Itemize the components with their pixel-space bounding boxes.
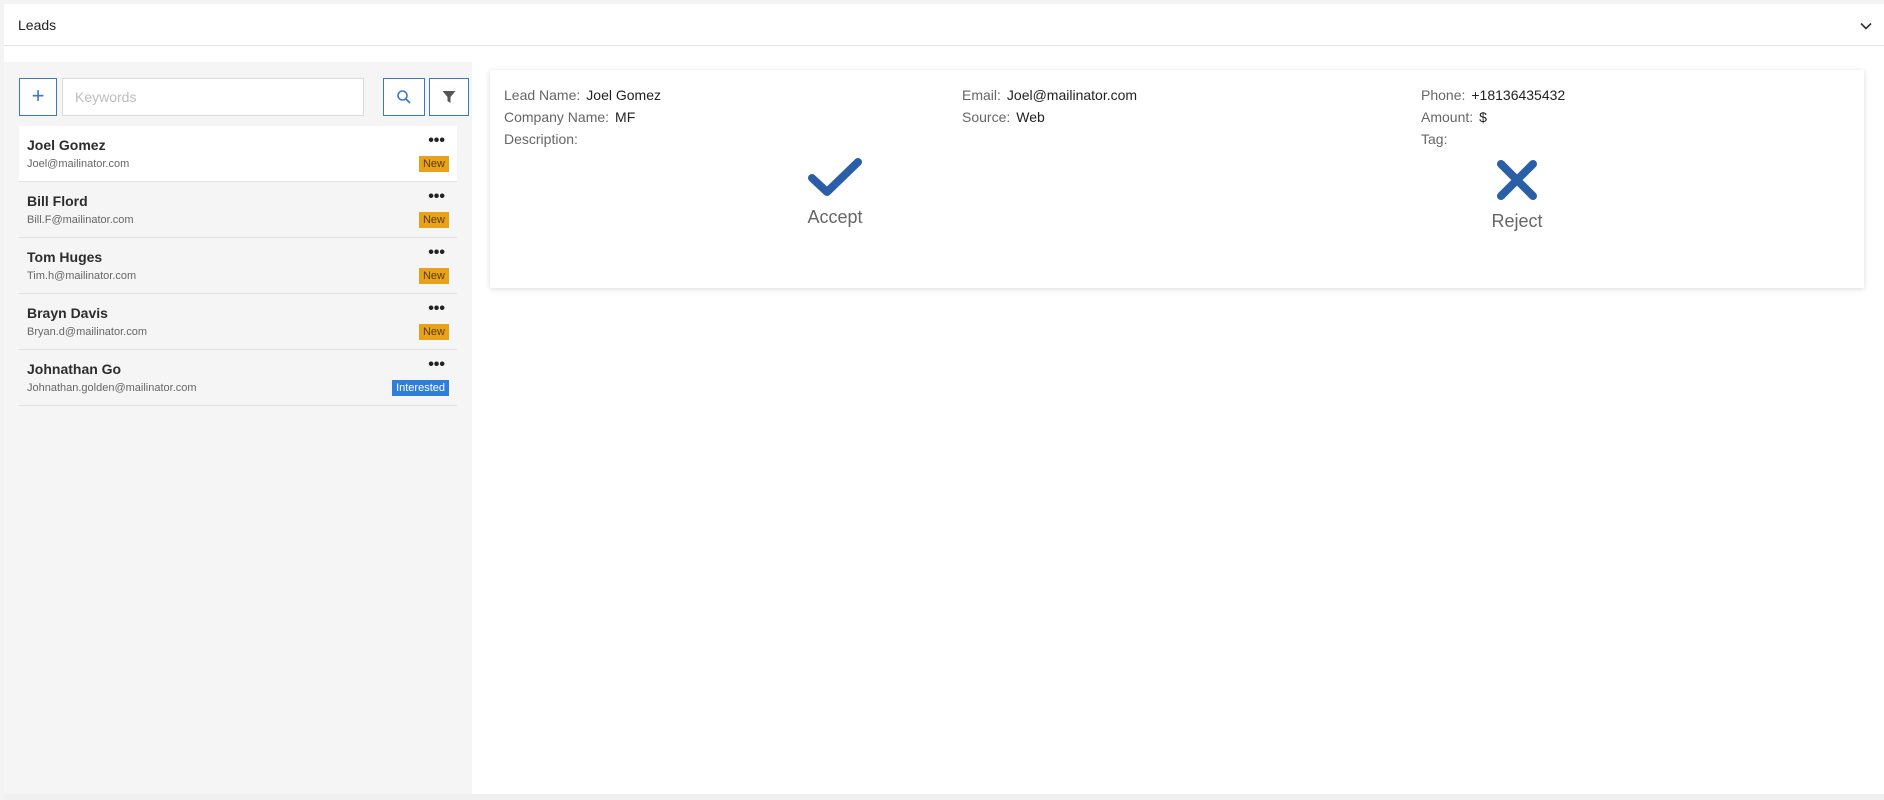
plus-icon: +	[31, 83, 45, 108]
close-icon	[1497, 160, 1537, 200]
lead-email: Joel@mailinator.com	[27, 158, 130, 170]
page-title: Leads	[18, 17, 57, 33]
status-badge: New	[418, 268, 449, 284]
accept-label: Accept	[807, 207, 863, 227]
status-badge: New	[418, 212, 449, 228]
lead-name: Tom Huges	[27, 249, 103, 265]
field-label: Email:	[962, 87, 1001, 103]
field-label: Lead Name:	[504, 87, 581, 103]
lead-list-item[interactable]: Brayn Davis Bryan.d@mailinator.com ••• N…	[19, 294, 457, 350]
lead-list: Joel Gomez Joel@mailinator.com ••• New B…	[19, 126, 457, 406]
field-label: Amount:	[1421, 109, 1474, 125]
reject-button[interactable]: Reject	[1457, 158, 1577, 232]
header-bar: Leads	[4, 4, 1884, 46]
lead-list-item[interactable]: Tom Huges Tim.h@mailinator.com ••• New	[19, 238, 457, 294]
filter-icon	[442, 91, 456, 103]
field-value: MF	[615, 109, 636, 125]
check-icon	[808, 158, 862, 196]
email-field: Email: Joel@mailinator.com	[962, 86, 1137, 104]
more-options-icon[interactable]: •••	[428, 188, 445, 206]
description-field: Description:	[504, 130, 584, 148]
field-value: Web	[1016, 109, 1045, 125]
search-input[interactable]	[62, 78, 364, 116]
lead-sidebar: + Joel Gomez Joel@mailinator.com ••• Ne	[4, 62, 472, 798]
filter-button[interactable]	[429, 78, 469, 116]
field-value: Joel Gomez	[586, 87, 661, 103]
more-options-icon[interactable]: •••	[428, 356, 445, 374]
phone-field: Phone: +18136435432	[1421, 86, 1565, 104]
lead-email: Johnathan.golden@mailinator.com	[27, 382, 197, 394]
more-options-icon[interactable]: •••	[428, 132, 445, 150]
field-label: Company Name:	[504, 109, 610, 125]
status-badge: Interested	[392, 380, 449, 396]
field-value: +18136435432	[1471, 87, 1566, 103]
add-lead-button[interactable]: +	[19, 78, 57, 116]
field-label: Phone:	[1421, 87, 1466, 103]
chevron-down-icon[interactable]	[1858, 18, 1874, 34]
lead-name: Brayn Davis	[27, 305, 108, 321]
lead-list-item[interactable]: Joel Gomez Joel@mailinator.com ••• New	[19, 126, 457, 182]
lead-name: Johnathan Go	[27, 361, 122, 377]
field-label: Tag:	[1421, 131, 1448, 147]
lead-list-item[interactable]: Bill Flord Bill.F@mailinator.com ••• New	[19, 182, 457, 238]
lead-name: Joel Gomez	[27, 137, 106, 153]
field-value: Joel@mailinator.com	[1006, 87, 1138, 103]
reject-label: Reject	[1491, 211, 1543, 231]
source-field: Source: Web	[962, 108, 1045, 126]
search-button[interactable]	[383, 78, 425, 116]
lead-list-item[interactable]: Johnathan Go Johnathan.golden@mailinator…	[19, 350, 457, 406]
field-label: Source:	[962, 109, 1011, 125]
field-label: Description:	[504, 131, 578, 147]
lead-email: Bryan.d@mailinator.com	[27, 326, 147, 338]
more-options-icon[interactable]: •••	[428, 300, 445, 318]
company-field: Company Name: MF	[504, 108, 635, 126]
tag-field: Tag:	[1421, 130, 1453, 148]
more-options-icon[interactable]: •••	[428, 244, 445, 262]
lead-email: Tim.h@mailinator.com	[27, 270, 137, 282]
accept-button[interactable]: Accept	[775, 158, 895, 228]
status-badge: New	[418, 156, 449, 172]
amount-field: Amount: $	[1421, 108, 1487, 126]
page: Leads + Joel Gomez	[4, 4, 1884, 800]
status-badge: New	[418, 324, 449, 340]
lead-email: Bill.F@mailinator.com	[27, 214, 134, 226]
bottom-scrollbar	[4, 794, 1884, 800]
lead-name: Bill Flord	[27, 193, 88, 209]
lead-detail-panel: Lead Name: Joel Gomez Company Name: MF Des…	[474, 62, 1884, 798]
lead-toolbar: +	[19, 78, 469, 116]
field-value: $	[1479, 109, 1487, 125]
search-icon	[397, 90, 411, 104]
lead-name-field: Lead Name: Joel Gomez	[504, 86, 661, 104]
lead-detail-card: Lead Name: Joel Gomez Company Name: MF Des…	[490, 70, 1864, 288]
